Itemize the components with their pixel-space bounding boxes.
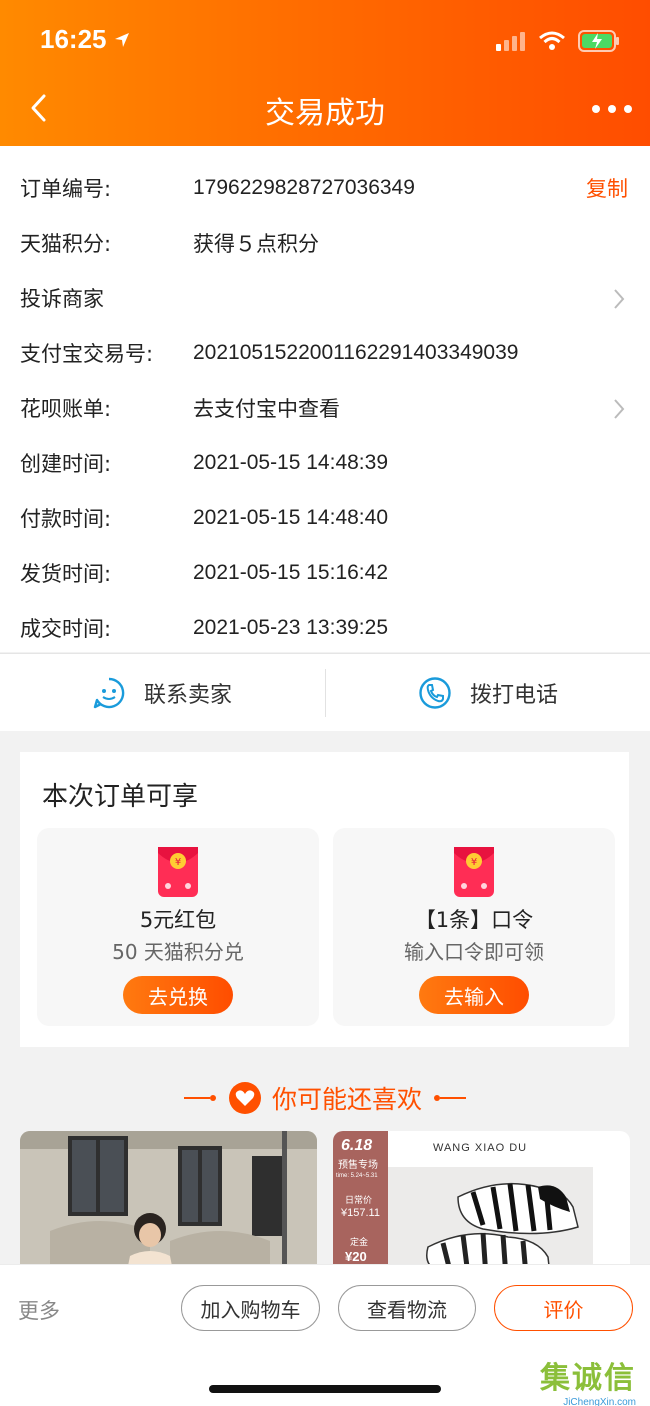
bottom-action-bar: 更多 加入购物车 查看物流 评价 集诚信 JiChengXin.com [0,1264,650,1406]
huabei-bill-value: 去支付宝中查看 [193,396,340,421]
shipped-time-label: 发货时间: [20,561,112,586]
shipped-time-value: 2021-05-15 15:16:42 [193,560,388,584]
contact-seller-button[interactable]: 联系卖家 [0,654,324,732]
red-packet-card[interactable]: ¥ 5元红包 50 天猫积分兑 去兑换 [37,828,319,1026]
red-packet-subtitle: 50 天猫积分兑 [112,940,244,964]
more-link[interactable]: 更多 [18,1295,60,1325]
dot-icon [592,105,600,113]
dot-icon [624,105,632,113]
copy-button[interactable]: 复制 [586,173,628,203]
benefits-title: 本次订单可享 [42,782,199,812]
password-card[interactable]: ¥ 【1条】口令 输入口令即可领 去输入 [333,828,615,1026]
view-logistics-button[interactable]: 查看物流 [338,1285,476,1331]
password-title: 【1条】口令 [414,908,534,932]
huabei-bill-label: 花呗账单: [20,396,112,421]
recommend-title-bar: 你可能还喜欢 [0,1078,650,1118]
paid-time-row: 付款时间: 2021-05-15 14:48:40 [0,490,650,545]
exchange-button[interactable]: 去兑换 [123,976,233,1014]
order-number-label: 订单编号: [20,176,112,201]
dot-icon [608,105,616,113]
promo-badge-sub: 预售专场 [338,1160,378,1171]
building-photo [20,1131,317,1281]
status-time: 16:25 [40,24,131,55]
battery-charging-icon [578,30,619,52]
contact-bar: 联系卖家 拨打电话 [0,653,650,731]
order-info-panel: 订单编号: 1796229828727036349 复制 天猫积分: 获得５点积… [0,146,650,652]
red-envelope-icon: ¥ [454,847,494,897]
chevron-right-icon [614,399,625,419]
paid-time-value: 2021-05-15 14:48:40 [193,505,388,529]
heart-icon [228,1082,261,1114]
wifi-icon [539,31,565,50]
call-phone-label: 拨打电话 [469,683,558,708]
deal-time-row: 成交时间: 2021-05-23 13:39:25 [0,600,650,655]
promo-badge: 6.18 [341,1137,373,1154]
location-arrow-icon [114,32,129,47]
product-card-right[interactable]: 6.18 预售专场 time: 5.24~5.31 日常价 ¥157.11 定金… [333,1131,630,1281]
daily-price-label: 日常价 [345,1196,373,1206]
chat-face-icon [93,677,125,709]
shipped-time-row: 发货时间: 2021-05-15 15:16:42 [0,545,650,600]
complain-merchant-label: 投诉商家 [20,286,104,311]
order-benefits-panel: 本次订单可享 ¥ 5元红包 50 天猫积分兑 去兑换 ¥ 【1条】口令 输入口令… [20,752,629,1047]
created-time-row: 创建时间: 2021-05-15 14:48:39 [0,435,650,490]
call-phone-button[interactable]: 拨打电话 [326,654,650,732]
more-options-button[interactable] [592,92,632,126]
deposit-price: ¥20 [345,1249,367,1264]
product-card-left[interactable] [20,1131,317,1281]
review-button[interactable]: 评价 [494,1285,633,1331]
watermark: 集诚信 JiChengXin.com [540,1353,636,1406]
add-to-cart-button[interactable]: 加入购物车 [181,1285,320,1331]
red-packet-title: 5元红包 [139,908,217,932]
promo-sidebar: 6.18 预售专场 time: 5.24~5.31 日常价 ¥157.11 定金… [333,1131,388,1281]
complain-merchant-row[interactable]: 投诉商家 [0,270,650,325]
alipay-trade-value: 2021051522001162291403349039 [193,340,519,364]
created-time-value: 2021-05-15 14:48:39 [193,450,388,474]
decor-line-left-icon [183,1095,216,1101]
watermark-text: 集诚信 [540,1361,636,1396]
chevron-right-icon [614,289,625,309]
enter-password-button[interactable]: 去输入 [419,976,529,1014]
home-indicator[interactable] [209,1385,441,1393]
decor-line-right-icon [434,1095,466,1101]
alipay-trade-label: 支付宝交易号: [20,341,154,366]
recommend-title: 你可能还喜欢 [271,1085,422,1114]
header-bar: 16:25 交易成功 [0,0,650,146]
svg-text:¥: ¥ [175,857,181,868]
deal-time-value: 2021-05-23 13:39:25 [193,615,388,639]
order-number-value: 1796229828727036349 [193,175,415,199]
signal-icon [496,32,525,51]
page-title: 交易成功 [265,96,385,131]
password-subtitle: 输入口令即可领 [404,940,544,964]
huabei-bill-row[interactable]: 花呗账单: 去支付宝中查看 [0,380,650,435]
deposit-label: 定金 [350,1238,369,1248]
deal-time-label: 成交时间: [20,616,112,641]
order-number-row: 订单编号: 1796229828727036349 复制 [0,160,650,215]
daily-price: ¥157.11 [341,1207,380,1219]
contact-seller-label: 联系卖家 [143,683,232,708]
created-time-label: 创建时间: [20,451,112,476]
tmall-points-label: 天猫积分: [20,231,112,256]
brand-name: WANG XIAO DU [433,1142,528,1154]
paid-time-label: 付款时间: [20,506,112,531]
svg-text:¥: ¥ [471,857,477,868]
promo-time: time: 5.24~5.31 [336,1173,378,1179]
phone-icon [419,677,451,709]
red-envelope-icon: ¥ [158,847,198,897]
tmall-points-value: 获得５点积分 [193,231,319,256]
watermark-url: JiChengXin.com [563,1397,636,1406]
tmall-points-row: 天猫积分: 获得５点积分 [0,215,650,270]
alipay-trade-row: 支付宝交易号: 2021051522001162291403349039 [0,325,650,380]
status-icons [496,30,620,52]
